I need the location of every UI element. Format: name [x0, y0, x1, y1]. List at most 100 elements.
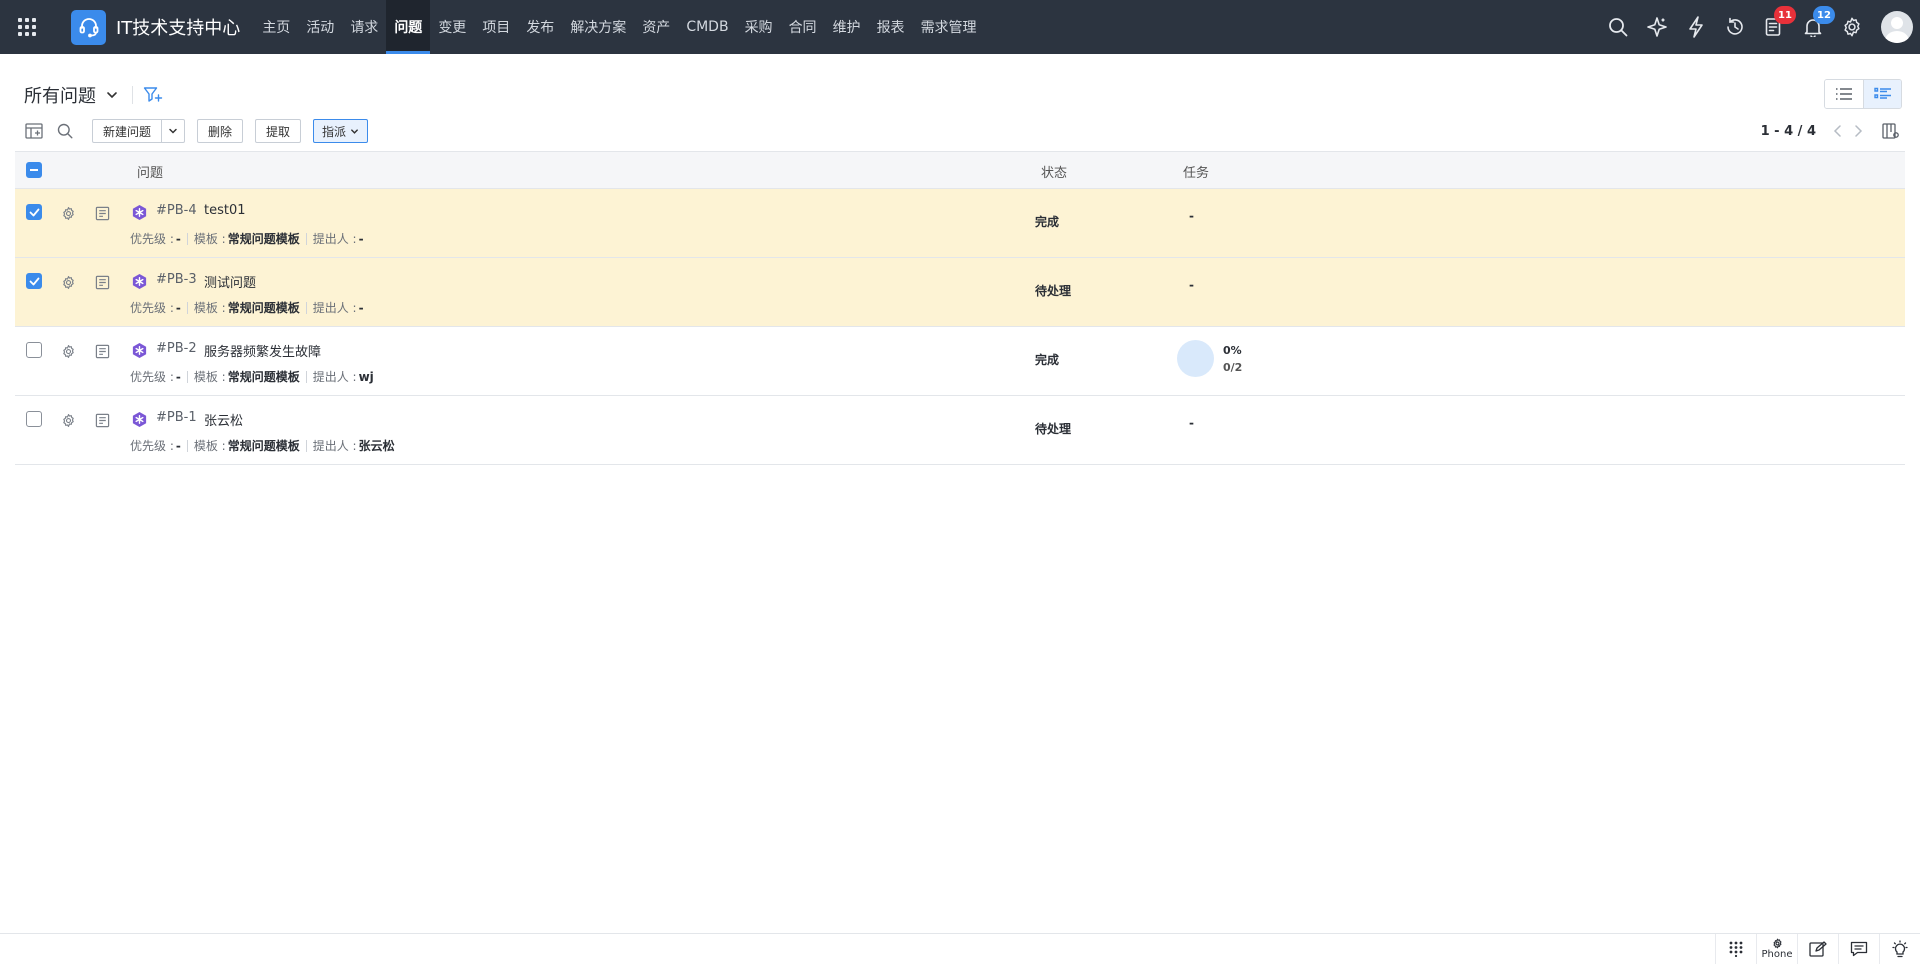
problem-type-icon	[130, 341, 148, 359]
nav-item-reports[interactable]: 报表	[869, 0, 913, 54]
template-value: 常规问题模板	[227, 301, 300, 315]
delete-button[interactable]: 删除	[197, 119, 244, 143]
fetch-button[interactable]: 提取	[255, 119, 302, 143]
nav-item-demand-management[interactable]: 需求管理	[913, 0, 985, 54]
row-settings-icon[interactable]	[59, 204, 77, 222]
row-checkbox[interactable]	[26, 342, 42, 358]
row-checkbox[interactable]	[26, 204, 42, 220]
bell-icon[interactable]: 12	[1793, 0, 1835, 54]
phone-settings-button[interactable]: Phone	[1756, 934, 1797, 964]
nav-item-activities[interactable]: 活动	[298, 0, 342, 54]
top-right-actions: 11 12	[1598, 0, 1920, 54]
row-details-icon[interactable]	[93, 411, 111, 429]
priority-label: 优先级 :	[130, 232, 174, 246]
nav-item-releases[interactable]: 发布	[518, 0, 562, 54]
next-page-icon[interactable]	[1848, 121, 1868, 141]
search-icon[interactable]	[55, 121, 75, 141]
new-problem-button[interactable]: 新建问题	[92, 119, 163, 143]
table-row[interactable]: #PB-3 测试问题 优先级 : - 模板 : 常规问题模板 提出人 : - 待…	[15, 258, 1905, 327]
task-progress[interactable]: 0% 0/2	[1177, 340, 1242, 377]
problem-id[interactable]: #PB-2	[156, 341, 197, 356]
top-navigation-bar: IT技术支持中心 主页 活动 请求 问题 变更 项目 发布 解决方案 资产 CM…	[0, 0, 1920, 54]
phone-label: Phone	[1761, 949, 1793, 960]
problem-meta: 优先级 : - 模板 : 常规问题模板 提出人 : wj	[130, 368, 374, 385]
row-details-icon[interactable]	[93, 204, 111, 222]
problem-title[interactable]: 测试问题	[204, 272, 256, 291]
brand[interactable]: IT技术支持中心	[71, 0, 248, 54]
pagination-text: 1 - 4 / 4	[1760, 123, 1816, 139]
chat-icon[interactable]	[1838, 934, 1879, 964]
table-row[interactable]: #PB-1 张云松 优先级 : - 模板 : 常规问题模板 提出人 : 张云松 …	[15, 396, 1905, 465]
row-settings-icon[interactable]	[59, 411, 77, 429]
requester-value: wj	[358, 369, 374, 384]
search-icon[interactable]	[1598, 0, 1637, 54]
problem-id[interactable]: #PB-1	[156, 410, 197, 425]
new-problem-dropdown[interactable]	[162, 119, 186, 143]
lightbulb-icon[interactable]	[1879, 934, 1920, 964]
add-filter-icon[interactable]	[143, 86, 163, 104]
dialpad-icon[interactable]	[1715, 934, 1756, 964]
status-value: 待处理	[1035, 422, 1072, 436]
app-launcher-button[interactable]	[0, 0, 54, 54]
table-row[interactable]: #PB-4 test01 优先级 : - 模板 : 常规问题模板 提出人 : -…	[15, 189, 1905, 258]
row-details-icon[interactable]	[93, 342, 111, 360]
column-header-status[interactable]: 状态	[1041, 162, 1067, 181]
nav-item-home[interactable]: 主页	[254, 0, 298, 54]
main-nav: 主页 活动 请求 问题 变更 项目 发布 解决方案 资产 CMDB 采购 合同 …	[254, 0, 984, 54]
priority-value: -	[175, 231, 181, 246]
column-header-problem[interactable]: 问题	[137, 162, 163, 181]
row-settings-icon[interactable]	[59, 342, 77, 360]
problem-title[interactable]: 服务器频繁发生故障	[204, 341, 321, 360]
problem-title[interactable]: 张云松	[204, 410, 243, 429]
gear-icon	[1773, 938, 1781, 949]
problem-id[interactable]: #PB-3	[156, 272, 197, 287]
view-title[interactable]: 所有问题	[24, 82, 96, 108]
divider	[132, 86, 133, 104]
history-icon[interactable]	[1715, 0, 1754, 54]
problem-title[interactable]: test01	[204, 203, 246, 218]
nav-item-cmdb[interactable]: CMDB	[678, 0, 736, 54]
nav-item-projects[interactable]: 项目	[474, 0, 518, 54]
nav-item-contracts[interactable]: 合同	[781, 0, 825, 54]
table-row[interactable]: #PB-2 服务器频繁发生故障 优先级 : - 模板 : 常规问题模板 提出人 …	[15, 327, 1905, 396]
row-settings-icon[interactable]	[59, 273, 77, 291]
column-settings-icon[interactable]	[1880, 120, 1902, 142]
column-header-task[interactable]: 任务	[1183, 162, 1209, 181]
sparkle-icon[interactable]	[1637, 0, 1676, 54]
requester-value: 张云松	[358, 439, 395, 453]
select-all-checkbox[interactable]	[26, 162, 42, 178]
nav-item-problems[interactable]: 问题	[386, 0, 431, 54]
requester-label: 提出人 :	[312, 370, 357, 384]
divider	[186, 301, 188, 314]
priority-label: 优先级 :	[130, 301, 174, 315]
problem-id[interactable]: #PB-4	[156, 203, 197, 218]
row-checkbox[interactable]	[26, 411, 42, 427]
view-mode-toggle	[1824, 79, 1902, 109]
task-list-icon[interactable]: 11	[1754, 0, 1796, 54]
divider	[186, 370, 188, 383]
detail-view-button[interactable]	[1863, 80, 1901, 108]
user-avatar[interactable]	[1881, 11, 1913, 43]
row-checkbox[interactable]	[26, 273, 42, 289]
assign-button[interactable]: 指派	[313, 119, 369, 143]
gear-icon[interactable]	[1832, 0, 1871, 54]
problems-table: 问题 状态 任务 #PB-4 test01 优先级 : - 模板 : 常规问题模…	[15, 151, 1905, 465]
nav-item-purchase[interactable]: 采购	[737, 0, 781, 54]
lightning-icon[interactable]	[1676, 0, 1715, 54]
chevron-down-icon[interactable]	[106, 89, 118, 101]
nav-item-requests[interactable]: 请求	[342, 0, 386, 54]
row-details-icon[interactable]	[93, 273, 111, 291]
requester-label: 提出人 :	[312, 301, 357, 315]
divider	[186, 232, 188, 245]
nav-item-solutions[interactable]: 解决方案	[562, 0, 634, 54]
nav-item-assets[interactable]: 资产	[634, 0, 678, 54]
nav-item-changes[interactable]: 变更	[430, 0, 474, 54]
previous-page-icon[interactable]	[1828, 121, 1848, 141]
divider	[305, 370, 307, 383]
note-edit-icon[interactable]	[1797, 934, 1838, 964]
nav-item-maintenance[interactable]: 维护	[825, 0, 869, 54]
problem-meta: 优先级 : - 模板 : 常规问题模板 提出人 : -	[130, 230, 364, 247]
table-layout-icon[interactable]	[24, 121, 44, 141]
template-value: 常规问题模板	[227, 232, 300, 246]
list-view-button[interactable]	[1825, 80, 1863, 108]
